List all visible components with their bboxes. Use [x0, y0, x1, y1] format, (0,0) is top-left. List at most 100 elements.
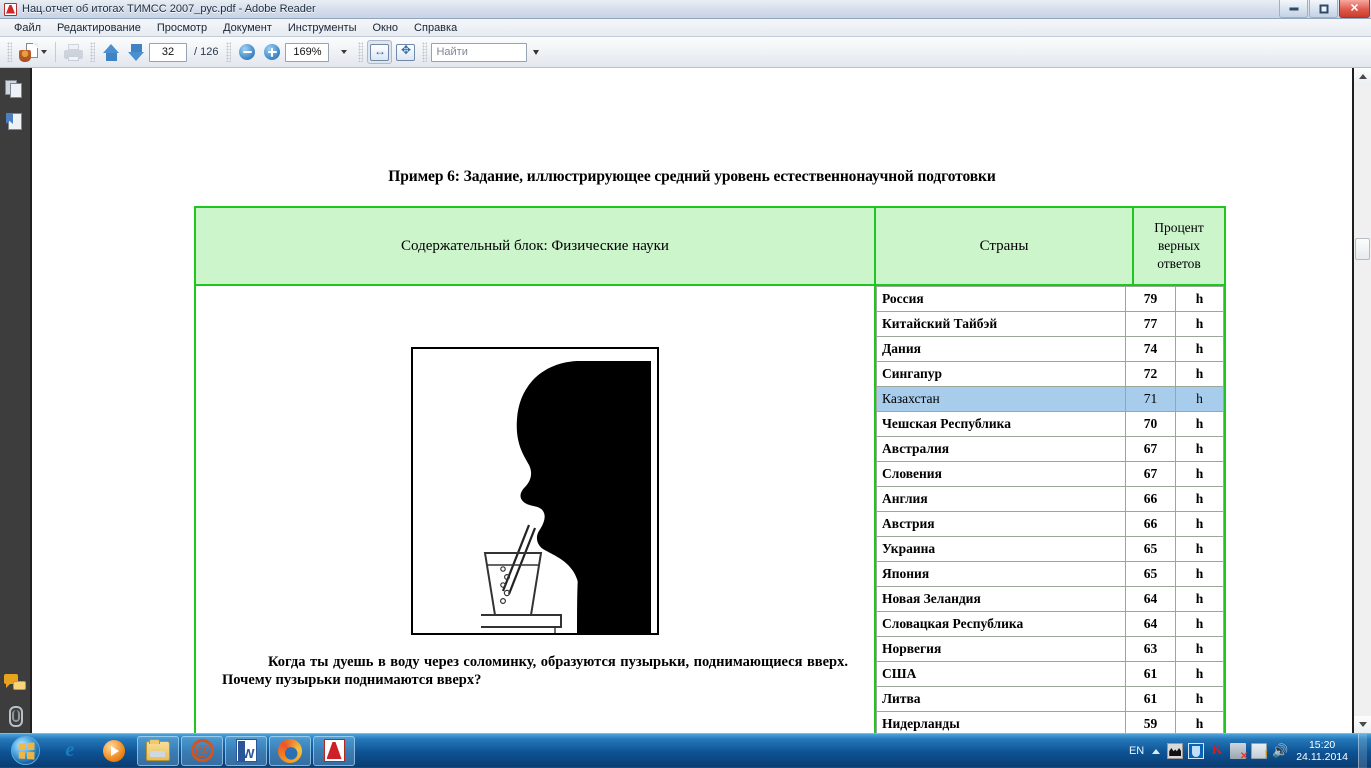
- cell-country: Дания: [877, 337, 1126, 362]
- menu-view[interactable]: Просмотр: [149, 20, 215, 36]
- pdf-viewport[interactable]: Пример 6: Задание, иллюстрирующее средни…: [32, 68, 1352, 733]
- window-title: Нац.отчет об итогах ТИМСС 2007_рус.pdf -…: [22, 3, 316, 15]
- find-options-chevron-down-icon[interactable]: [533, 50, 539, 55]
- table-row: Норвегия63h: [877, 637, 1224, 662]
- show-desktop-button[interactable]: [1358, 734, 1367, 768]
- taskbar-item-adobe-reader[interactable]: [313, 736, 355, 766]
- the-bat-icon[interactable]: [1167, 743, 1183, 759]
- zoom-out-button[interactable]: [235, 40, 259, 64]
- cell-country: Казахстан: [877, 387, 1126, 412]
- cell-percent: 65: [1126, 562, 1176, 587]
- zoom-dropdown-button[interactable]: [330, 40, 354, 64]
- print-button[interactable]: [61, 40, 86, 64]
- menu-help[interactable]: Справка: [406, 20, 465, 36]
- find-box[interactable]: [431, 43, 527, 62]
- taskbar-item-mail-client[interactable]: [181, 736, 223, 766]
- taskbar-item-firefox[interactable]: [269, 736, 311, 766]
- page-thumbnails-icon[interactable]: [5, 79, 25, 99]
- cell-percent: 77: [1126, 312, 1176, 337]
- blue-app-icon[interactable]: [1188, 743, 1204, 759]
- fit-width-button[interactable]: [367, 40, 392, 64]
- table-row: Чешская Республика70h: [877, 412, 1224, 437]
- toolbar-grip[interactable]: [7, 42, 12, 62]
- header-percent-correct: Процент верных ответов: [1133, 207, 1225, 285]
- vertical-scrollbar[interactable]: [1352, 68, 1371, 733]
- scrollbar-thumb[interactable]: [1355, 238, 1370, 260]
- maximize-restore-button[interactable]: [1309, 0, 1338, 18]
- zoom-level-value[interactable]: 169%: [285, 43, 329, 62]
- cell-country: Китайский Тайбэй: [877, 312, 1126, 337]
- cell-country: Австралия: [877, 437, 1126, 462]
- menu-file[interactable]: Файл: [6, 20, 49, 36]
- toolbar-grip-5[interactable]: [422, 42, 427, 62]
- toolbar-grip-3[interactable]: [226, 42, 231, 62]
- cell-country: Россия: [877, 287, 1126, 312]
- cell-percent: 63: [1126, 637, 1176, 662]
- menu-window[interactable]: Окно: [364, 20, 406, 36]
- taskbar-item-windows-media-player[interactable]: [93, 736, 135, 766]
- cell-percent: 74: [1126, 337, 1176, 362]
- previous-page-button[interactable]: [99, 40, 123, 64]
- cell-percent: 67: [1126, 437, 1176, 462]
- table-header-row: Содержательный блок: Физические науки Ст…: [195, 207, 1225, 285]
- close-button[interactable]: ✕: [1339, 0, 1370, 18]
- table-row: Япония65h: [877, 562, 1224, 587]
- toolbar-grip-4[interactable]: [358, 42, 363, 62]
- cell-symbol: h: [1176, 537, 1224, 562]
- taskbar-item-windows-explorer[interactable]: [137, 736, 179, 766]
- bookmarks-icon[interactable]: [5, 112, 25, 132]
- cell-country: Словения: [877, 462, 1126, 487]
- menu-document[interactable]: Документ: [215, 20, 280, 36]
- action-center-flag-icon[interactable]: [1251, 743, 1267, 759]
- cell-percent: 61: [1126, 687, 1176, 712]
- chevron-down-icon[interactable]: [41, 50, 47, 54]
- zoom-in-icon: [264, 44, 280, 60]
- cell-country: Англия: [877, 487, 1126, 512]
- search-input[interactable]: [436, 46, 522, 58]
- clock-date: 24.11.2014: [1296, 751, 1348, 763]
- table-row: США61h: [877, 662, 1224, 687]
- start-button[interactable]: [2, 736, 48, 766]
- arrow-down-icon: [128, 44, 145, 61]
- cell-percent: 66: [1126, 512, 1176, 537]
- network-disconnected-icon[interactable]: [1230, 743, 1246, 759]
- cell-symbol: h: [1176, 337, 1224, 362]
- scroll-up-button[interactable]: [1354, 68, 1371, 85]
- table-row: Словения67h: [877, 462, 1224, 487]
- clock-time: 15:20: [1296, 739, 1348, 751]
- minimize-button[interactable]: [1279, 0, 1308, 18]
- cell-percent: 59: [1126, 712, 1176, 734]
- fit-page-button[interactable]: [393, 40, 418, 64]
- kaspersky-icon[interactable]: K: [1209, 743, 1225, 759]
- page-number-input[interactable]: 32: [149, 43, 187, 62]
- scroll-down-button[interactable]: [1354, 716, 1371, 733]
- table-row: Австрия66h: [877, 512, 1224, 537]
- menu-edit[interactable]: Редактирование: [49, 20, 149, 36]
- table-row: Дания74h: [877, 337, 1224, 362]
- cell-country: Литва: [877, 687, 1126, 712]
- menu-tools[interactable]: Инструменты: [280, 20, 365, 36]
- attachments-paperclip-icon[interactable]: [6, 705, 24, 725]
- cell-country: Словацкая Республика: [877, 612, 1126, 637]
- countries-table: Россия79hКитайский Тайбэй77hДания74hСинг…: [876, 286, 1224, 733]
- show-hidden-icons-chevron-up-icon[interactable]: [1152, 749, 1160, 754]
- toolbar-grip-2[interactable]: [90, 42, 95, 62]
- cell-country: Нидерланды: [877, 712, 1126, 734]
- cell-symbol: h: [1176, 387, 1224, 412]
- zoom-in-button[interactable]: [260, 40, 284, 64]
- cell-symbol: h: [1176, 712, 1224, 734]
- taskbar-item-internet-explorer[interactable]: e: [49, 736, 91, 766]
- clock[interactable]: 15:20 24.11.2014: [1296, 739, 1348, 763]
- language-indicator[interactable]: EN: [1129, 745, 1144, 757]
- toolbar-separator: [55, 42, 56, 62]
- header-percent-line-1: Процент: [1134, 219, 1224, 237]
- cell-country: Чешская Республика: [877, 412, 1126, 437]
- title-bar: Нац.отчет об итогах ТИМСС 2007_рус.pdf -…: [0, 0, 1371, 19]
- header-content-block: Содержательный блок: Физические науки: [195, 207, 875, 285]
- create-pdf-button[interactable]: [16, 40, 50, 64]
- volume-icon[interactable]: 🔊: [1272, 743, 1288, 759]
- taskbar-item-microsoft-word[interactable]: [225, 736, 267, 766]
- next-page-button[interactable]: [124, 40, 148, 64]
- system-tray: EN K 🔊 15:20 24.11.2014: [1129, 734, 1371, 768]
- comments-icon[interactable]: [4, 674, 26, 690]
